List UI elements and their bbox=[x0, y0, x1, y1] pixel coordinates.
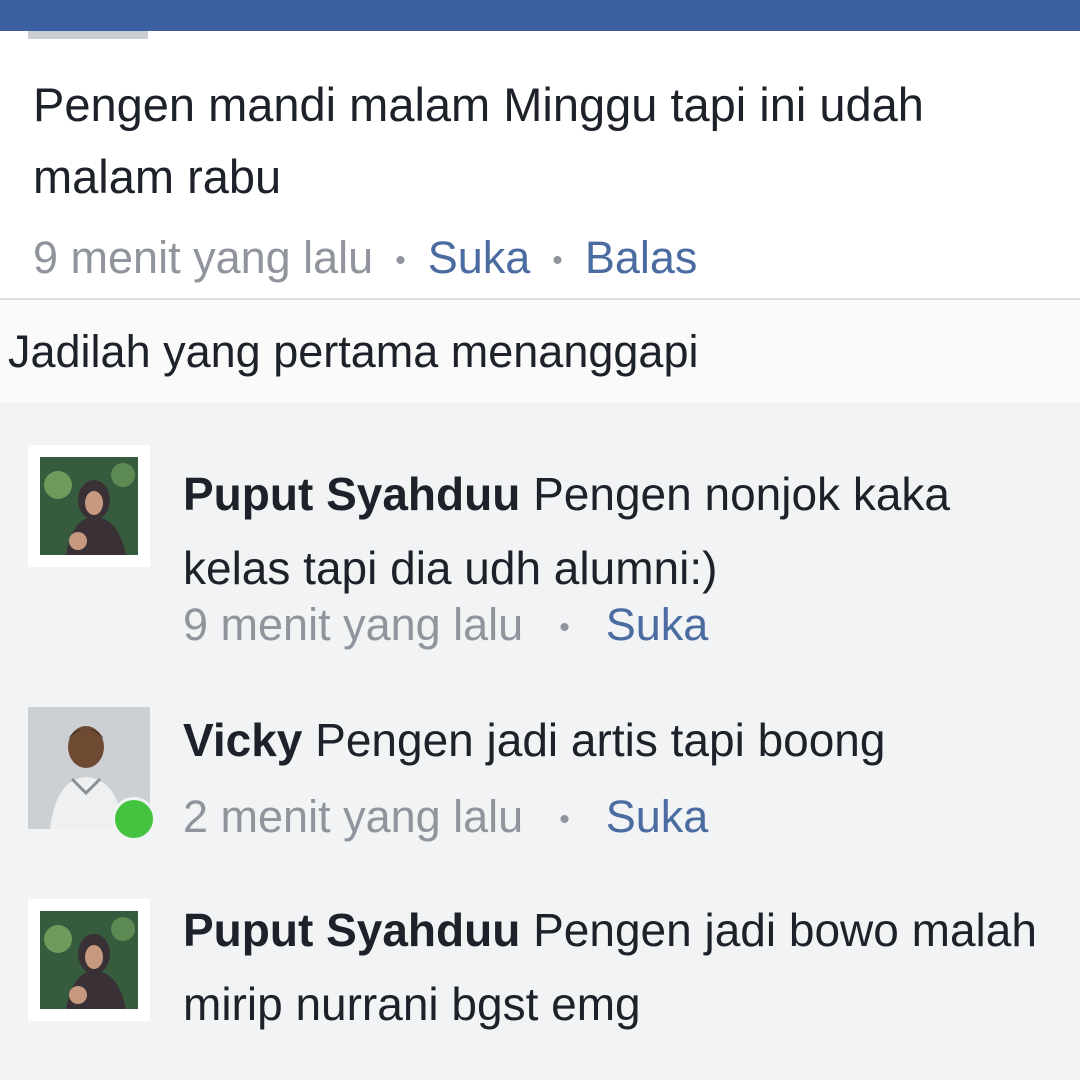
like-button[interactable]: Suka bbox=[428, 232, 531, 283]
avatar-photo-icon bbox=[40, 911, 138, 1009]
separator-dot: • bbox=[395, 244, 406, 278]
first-reply-banner[interactable]: Jadilah yang pertama menanggapi bbox=[0, 300, 1080, 403]
reply-text: Puput Syahduu Pengen jadi bowo malah mir… bbox=[183, 893, 1063, 1041]
online-status-indicator bbox=[112, 797, 156, 841]
reply-meta: 9 menit yang lalu • Suka bbox=[183, 597, 708, 656]
previous-content-edge bbox=[28, 31, 148, 39]
top-navigation-bar bbox=[0, 0, 1080, 31]
reply-text: Puput Syahduu Pengen nonjok kaka kelas t… bbox=[183, 457, 1063, 605]
like-button[interactable]: Suka bbox=[606, 599, 709, 650]
avatar[interactable] bbox=[28, 899, 150, 1021]
avatar-photo-icon bbox=[40, 457, 138, 555]
avatar[interactable] bbox=[28, 445, 150, 567]
reply-item: Vicky Pengen jadi artis tapi boong 2 men… bbox=[0, 703, 1080, 853]
post-text: Pengen mandi malam Minggu tapi ini udah … bbox=[33, 78, 924, 203]
separator-dot: • bbox=[559, 611, 570, 645]
post-meta: 9 menit yang lalu • Suka • Balas bbox=[33, 230, 697, 289]
post-timestamp: 9 menit yang lalu bbox=[33, 232, 374, 283]
reply-meta-cutoff bbox=[183, 1059, 843, 1080]
post-comment: Pengen mandi malam Minggu tapi ini udah … bbox=[0, 31, 1080, 298]
reply-author[interactable]: Puput Syahduu bbox=[183, 468, 520, 520]
reply-item: Puput Syahduu Pengen jadi bowo malah mir… bbox=[0, 893, 1080, 1080]
reply-body: Pengen jadi artis tapi boong bbox=[315, 714, 886, 766]
separator-dot: • bbox=[552, 244, 563, 278]
reply-text: Vicky Pengen jadi artis tapi boong bbox=[183, 703, 1063, 777]
replies-list: Puput Syahduu Pengen nonjok kaka kelas t… bbox=[0, 403, 1080, 1080]
reply-timestamp: 2 menit yang lalu bbox=[183, 791, 524, 842]
reply-item: Puput Syahduu Pengen nonjok kaka kelas t… bbox=[0, 433, 1080, 663]
reply-author[interactable]: Puput Syahduu bbox=[183, 904, 520, 956]
first-reply-prompt: Jadilah yang pertama menanggapi bbox=[8, 326, 699, 377]
like-button[interactable]: Suka bbox=[606, 791, 709, 842]
reply-author[interactable]: Vicky bbox=[183, 714, 302, 766]
reply-meta: 2 menit yang lalu • Suka bbox=[183, 789, 708, 848]
separator-dot: • bbox=[559, 803, 570, 837]
reply-button[interactable]: Balas bbox=[585, 232, 698, 283]
reply-timestamp: 9 menit yang lalu bbox=[183, 599, 524, 650]
